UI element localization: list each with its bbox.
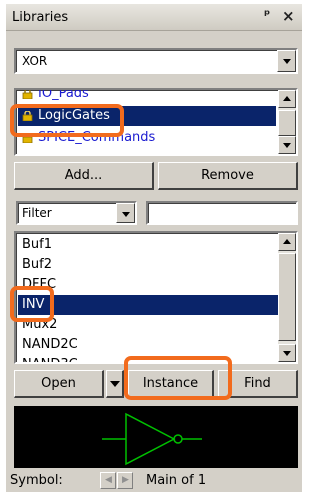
cell-item[interactable]: NAND2C [18,335,280,355]
symbol-label: Symbol: [10,473,63,488]
lock-icon [22,111,33,121]
remove-library-button[interactable]: Remove [158,162,298,190]
close-icon[interactable]: × [282,7,295,25]
instance-button[interactable]: Instance [128,370,214,398]
lock-icon [22,133,33,143]
chevron-down-icon[interactable] [277,50,296,72]
libraries-panel: Libraries ᵖ × XOR IO_Pads LogicGates SPI… [6,4,302,492]
filter-mode-select[interactable]: Filter [16,201,137,225]
cell-item[interactable]: Buf2 [18,255,280,275]
status-bar: Symbol: ◀ ▶ Main of 1 [6,470,302,492]
find-button[interactable]: Find [218,370,298,398]
pin-icon[interactable]: ᵖ [264,8,270,23]
scroll-thumb[interactable] [278,253,296,341]
open-options-button[interactable] [106,370,124,398]
chevron-down-icon[interactable] [116,203,135,223]
chevron-down-icon [110,381,120,387]
scroll-thumb[interactable] [278,110,296,136]
symbol-preview [14,406,298,468]
add-library-button[interactable]: Add... [14,162,154,190]
panel-title: Libraries [12,10,69,25]
library-item-label: SPICE_Commands [38,130,156,145]
cell-list-scrollbar[interactable] [278,233,296,362]
library-item-label: LogicGates [38,108,110,123]
library-item-spice-commands[interactable]: SPICE_Commands [18,128,276,148]
cell-item[interactable]: Buf1 [18,235,280,255]
cell-list[interactable]: Buf1 Buf2 DFFC INV Mux2 NAND2C NAND3C [14,231,298,364]
library-item-logicgates[interactable]: LogicGates [18,106,276,126]
library-item-label: IO_Pads [38,88,89,101]
next-page-icon[interactable]: ▶ [117,472,133,489]
prev-page-icon[interactable]: ◀ [100,472,116,489]
cell-item[interactable]: Mux2 [18,315,280,335]
scroll-up-icon[interactable] [278,90,296,108]
lock-icon [22,90,33,99]
panel-titlebar: Libraries ᵖ × [6,4,302,31]
scroll-down-icon[interactable] [278,344,296,362]
library-selector-value: XOR [22,54,48,68]
filter-input[interactable] [146,201,298,225]
scroll-up-icon[interactable] [278,233,296,251]
library-list-scrollbar[interactable] [278,90,296,154]
filter-mode-value: Filter [22,206,52,220]
inverter-symbol [102,412,202,466]
library-item-io-pads[interactable]: IO_Pads [18,88,276,104]
cell-item[interactable]: DFFC [18,275,280,295]
cell-item-selected[interactable]: INV [18,295,280,315]
library-list[interactable]: IO_Pads LogicGates SPICE_Commands [14,88,298,156]
scroll-down-icon[interactable] [278,136,296,154]
page-indicator: Main of 1 [146,473,207,488]
open-button[interactable]: Open [14,370,104,398]
cell-item[interactable]: NAND3C [18,355,280,362]
library-selector[interactable]: XOR [14,48,298,74]
